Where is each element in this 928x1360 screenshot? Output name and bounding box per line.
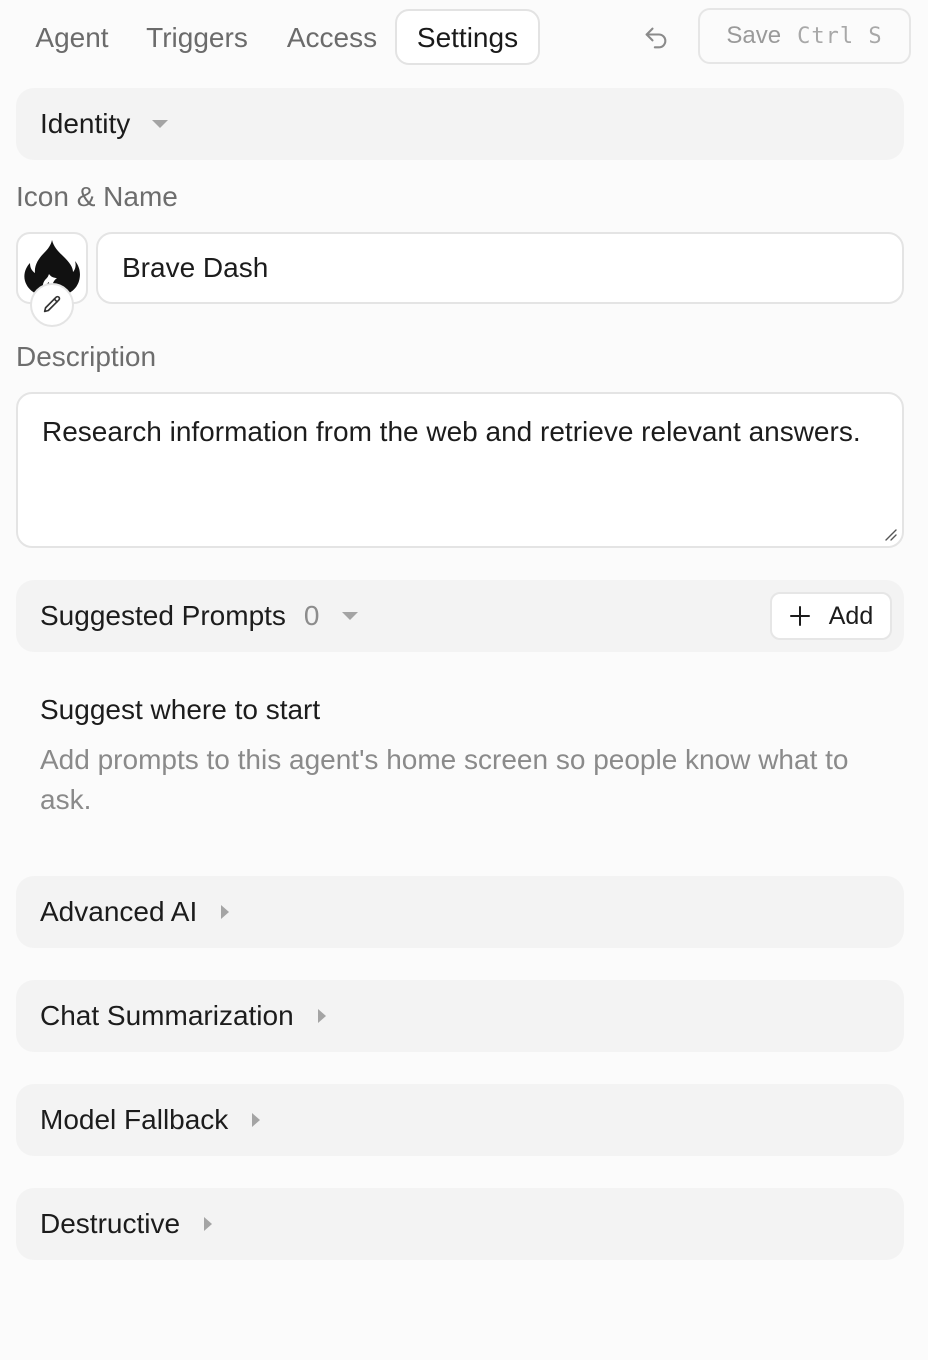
tab-triggers[interactable]: Triggers: [132, 9, 262, 65]
suggested-prompts-title: Suggested Prompts: [40, 600, 286, 631]
tab-access[interactable]: Access: [272, 9, 392, 65]
add-label: Add: [828, 601, 874, 630]
advanced-ai-title: Advanced AI: [40, 896, 198, 927]
identity-section-header[interactable]: Identity: [16, 88, 904, 160]
chevron-right-icon: [252, 1113, 261, 1127]
resize-handle-icon[interactable]: [882, 526, 898, 542]
tab-agent[interactable]: Agent: [20, 9, 124, 65]
tab-settings[interactable]: Settings: [395, 9, 540, 65]
advanced-ai-section-header[interactable]: Advanced AI: [16, 876, 904, 948]
top-bar: Agent Triggers Access Settings Save Ctrl…: [0, 0, 928, 72]
add-prompt-button[interactable]: Add: [770, 592, 892, 640]
chevron-right-icon: [204, 1217, 213, 1231]
description-textarea[interactable]: Research information from the web and re…: [16, 392, 904, 548]
empty-state-description: Add prompts to this agent's home screen …: [40, 744, 849, 815]
undo-icon: [645, 27, 667, 49]
model-fallback-section-header[interactable]: Model Fallback: [16, 1084, 904, 1156]
chevron-down-icon: [341, 612, 358, 620]
save-button[interactable]: Save Ctrl S: [698, 8, 911, 64]
save-label: Save: [726, 22, 782, 49]
pencil-icon: [43, 295, 61, 313]
icon-name-label: Icon & Name: [16, 181, 178, 212]
suggested-prompts-section-header[interactable]: Suggested Prompts 0 Add: [16, 580, 904, 652]
chevron-down-icon: [152, 120, 169, 128]
plus-icon: [789, 606, 810, 626]
suggested-prompts-count: 0: [303, 600, 320, 631]
description-label: Description: [16, 341, 157, 372]
identity-section-title: Identity: [40, 108, 131, 139]
agent-settings-page: Agent Triggers Access Settings Save Ctrl…: [0, 0, 928, 1360]
chat-summarization-title: Chat Summarization: [40, 1000, 294, 1031]
chevron-right-icon: [317, 1009, 326, 1023]
save-shortcut: Ctrl S: [797, 23, 883, 49]
empty-state-title: Suggest where to start: [40, 694, 321, 725]
model-fallback-title: Model Fallback: [40, 1104, 229, 1135]
agent-name-input[interactable]: [96, 232, 904, 304]
edit-icon-button[interactable]: [30, 283, 74, 327]
description-text: Research information from the web and re…: [42, 416, 861, 447]
chat-summarization-section-header[interactable]: Chat Summarization: [16, 980, 904, 1052]
undo-button[interactable]: [636, 18, 676, 58]
chevron-right-icon: [221, 905, 230, 919]
destructive-title: Destructive: [40, 1208, 181, 1239]
destructive-section-header[interactable]: Destructive: [16, 1188, 904, 1260]
